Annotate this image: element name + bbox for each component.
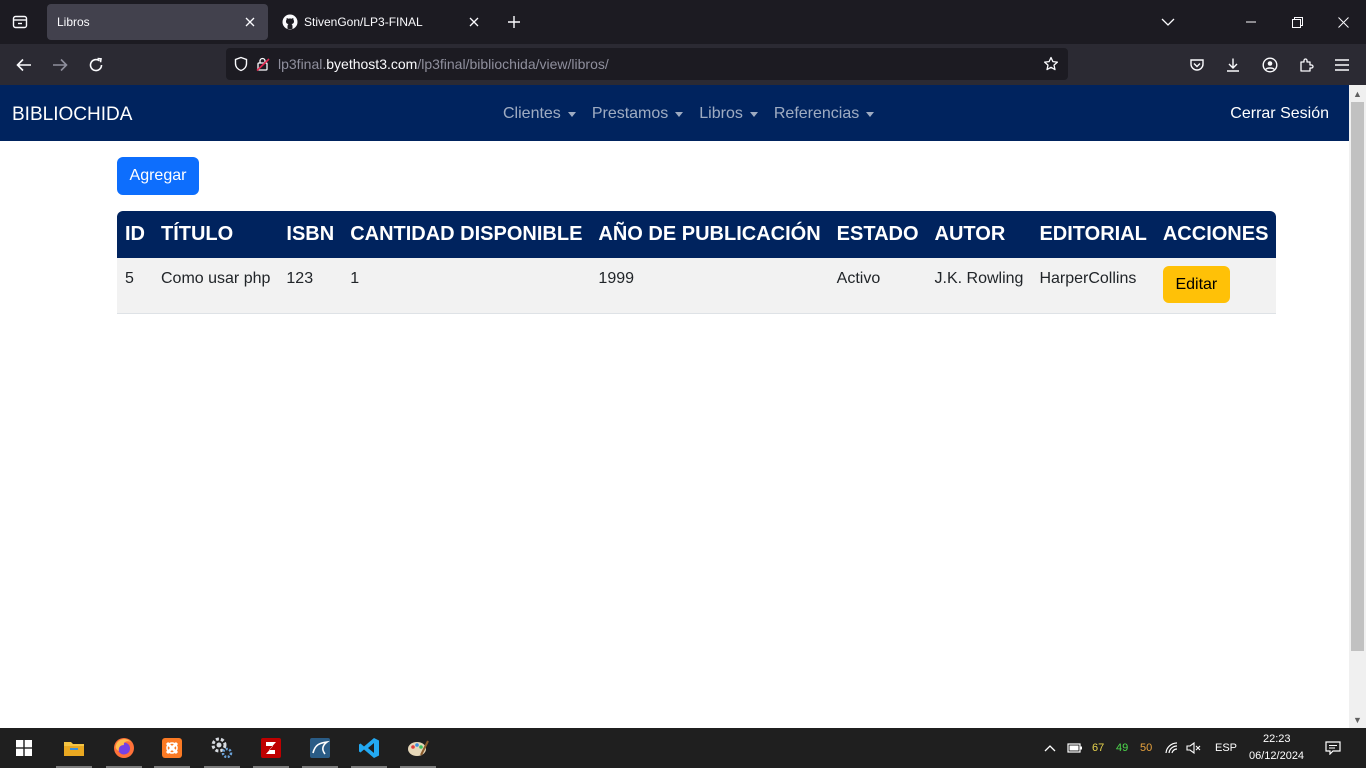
chevron-down-icon[interactable] — [1145, 0, 1191, 44]
url-prefix: lp3final. — [278, 56, 327, 72]
cell-titulo: Como usar php — [153, 258, 279, 314]
xampp-icon[interactable] — [152, 728, 192, 768]
tab-libros[interactable]: Libros — [47, 4, 268, 40]
tab-title: StivenGon/LP3-FINAL — [304, 15, 423, 29]
tray-time[interactable]: 22:23 — [1263, 733, 1291, 745]
settings-gear-icon[interactable] — [202, 728, 242, 768]
back-icon[interactable] — [9, 50, 39, 80]
logout-link[interactable]: Cerrar Sesión — [1230, 105, 1329, 123]
caret-down-icon — [675, 111, 684, 117]
browser-toolbar: lp3final.byethost3.com/lp3final/biblioch… — [0, 44, 1366, 85]
cell-cantidad: 1 — [342, 258, 591, 314]
firefox-icon[interactable] — [104, 728, 144, 768]
file-explorer-icon[interactable] — [54, 728, 94, 768]
new-tab-icon[interactable] — [502, 10, 526, 34]
col-header-editorial: EDITORIAL — [1031, 211, 1155, 258]
tray-temp-cpu[interactable]: 67 — [1092, 742, 1104, 754]
cell-acciones: Editar — [1154, 258, 1277, 314]
cell-isbn: 123 — [278, 258, 343, 314]
lock-warning-icon[interactable] — [252, 53, 274, 75]
cell-anio: 1999 — [590, 258, 829, 314]
url-path: /lp3final/bibliochida/view/libros/ — [417, 56, 609, 72]
caret-down-icon — [866, 111, 875, 117]
tab-github[interactable]: StivenGon/LP3-FINAL — [272, 4, 492, 40]
address-bar[interactable]: lp3final.byethost3.com/lp3final/biblioch… — [226, 48, 1068, 80]
table-header-row: ID TÍTULO ISBN CANTIDAD DISPONIBLE AÑO D… — [117, 211, 1277, 258]
github-icon — [282, 14, 298, 30]
cell-autor: J.K. Rowling — [926, 258, 1032, 314]
volume-muted-icon[interactable] — [1184, 728, 1204, 768]
scrollbar-thumb[interactable] — [1351, 102, 1364, 651]
paint-icon[interactable] — [398, 728, 438, 768]
windows-start-icon[interactable] — [4, 728, 44, 768]
tray-date[interactable]: 06/12/2024 — [1249, 750, 1304, 762]
col-header-cantidad: CANTIDAD DISPONIBLE — [342, 211, 591, 258]
tray-language[interactable]: ESP — [1215, 742, 1237, 754]
tab-list-icon[interactable] — [0, 0, 40, 44]
filezilla-icon[interactable] — [251, 728, 291, 768]
browser-tab-bar: Libros StivenGon/LP3-FINAL — [0, 0, 1366, 44]
main-menu: Clientes Prestamos Libros Referencias — [503, 105, 875, 123]
download-icon[interactable] — [1218, 50, 1248, 80]
col-header-estado: ESTADO — [828, 211, 927, 258]
tray-chevron-up-icon[interactable] — [1040, 728, 1060, 768]
site-navbar: BIBLIOCHIDA Clientes Prestamos Libros Re… — [0, 85, 1349, 141]
reload-icon[interactable] — [81, 50, 111, 80]
vscode-icon[interactable] — [349, 728, 389, 768]
menu-label: Prestamos — [591, 105, 669, 122]
forward-icon[interactable] — [45, 50, 75, 80]
col-header-acciones: ACCIONES — [1154, 211, 1277, 258]
menu-libros[interactable]: Libros — [699, 105, 758, 123]
cell-estado: Activo — [828, 258, 927, 314]
account-icon[interactable] — [1255, 50, 1285, 80]
shield-icon[interactable] — [230, 53, 252, 75]
books-table: ID TÍTULO ISBN CANTIDAD DISPONIBLE AÑO D… — [117, 211, 1277, 314]
menu-clientes[interactable]: Clientes — [503, 105, 576, 123]
menu-prestamos[interactable]: Prestamos — [591, 105, 684, 123]
col-header-id: ID — [117, 211, 153, 258]
menu-hamburger-icon[interactable] — [1327, 50, 1357, 80]
battery-icon[interactable] — [1064, 728, 1086, 768]
url-domain: byethost3.com — [326, 56, 418, 72]
col-header-anio: AÑO DE PUBLICACIÓN — [590, 211, 829, 258]
caret-down-icon — [567, 111, 576, 117]
bookmark-star-icon[interactable] — [1040, 53, 1062, 75]
tab-title: Libros — [57, 15, 90, 29]
restore-icon[interactable] — [1274, 0, 1320, 44]
menu-referencias[interactable]: Referencias — [773, 105, 875, 123]
cell-id: 5 — [117, 258, 153, 314]
add-book-button[interactable]: Agregar — [117, 157, 199, 195]
close-icon[interactable] — [462, 10, 486, 34]
tray-temp-gpu[interactable]: 49 — [1116, 742, 1128, 754]
pocket-icon[interactable] — [1182, 50, 1212, 80]
page-scrollbar[interactable]: ▲ ▼ — [1349, 85, 1366, 728]
url-text[interactable]: lp3final.byethost3.com/lp3final/biblioch… — [278, 56, 609, 72]
menu-label: Clientes — [503, 105, 561, 122]
brand-logo[interactable]: BIBLIOCHIDA — [12, 104, 132, 126]
extensions-icon[interactable] — [1291, 50, 1321, 80]
cell-editorial: HarperCollins — [1031, 258, 1155, 314]
menu-label: Referencias — [773, 105, 860, 122]
mysql-workbench-icon[interactable] — [300, 728, 340, 768]
scroll-down-icon[interactable]: ▼ — [1349, 711, 1366, 728]
scroll-up-icon[interactable]: ▲ — [1349, 85, 1366, 102]
caret-down-icon — [749, 111, 758, 117]
close-icon[interactable] — [238, 10, 262, 34]
wifi-icon[interactable] — [1162, 728, 1182, 768]
edit-button[interactable]: Editar — [1162, 266, 1230, 303]
col-header-autor: AUTOR — [926, 211, 1032, 258]
table-row: 5 Como usar php 123 1 1999 Activo J.K. R… — [117, 258, 1277, 314]
col-header-isbn: ISBN — [278, 211, 343, 258]
minimize-icon[interactable] — [1228, 0, 1274, 44]
page-viewport: BIBLIOCHIDA Clientes Prestamos Libros Re… — [0, 85, 1349, 728]
tray-temp-other[interactable]: 50 — [1140, 742, 1152, 754]
col-header-titulo: TÍTULO — [153, 211, 279, 258]
windows-taskbar: 67 49 50 ESP 22:23 06/12/2024 — [0, 728, 1366, 768]
window-close-icon[interactable] — [1320, 0, 1366, 44]
menu-label: Libros — [699, 105, 743, 122]
notifications-icon[interactable] — [1318, 728, 1348, 768]
